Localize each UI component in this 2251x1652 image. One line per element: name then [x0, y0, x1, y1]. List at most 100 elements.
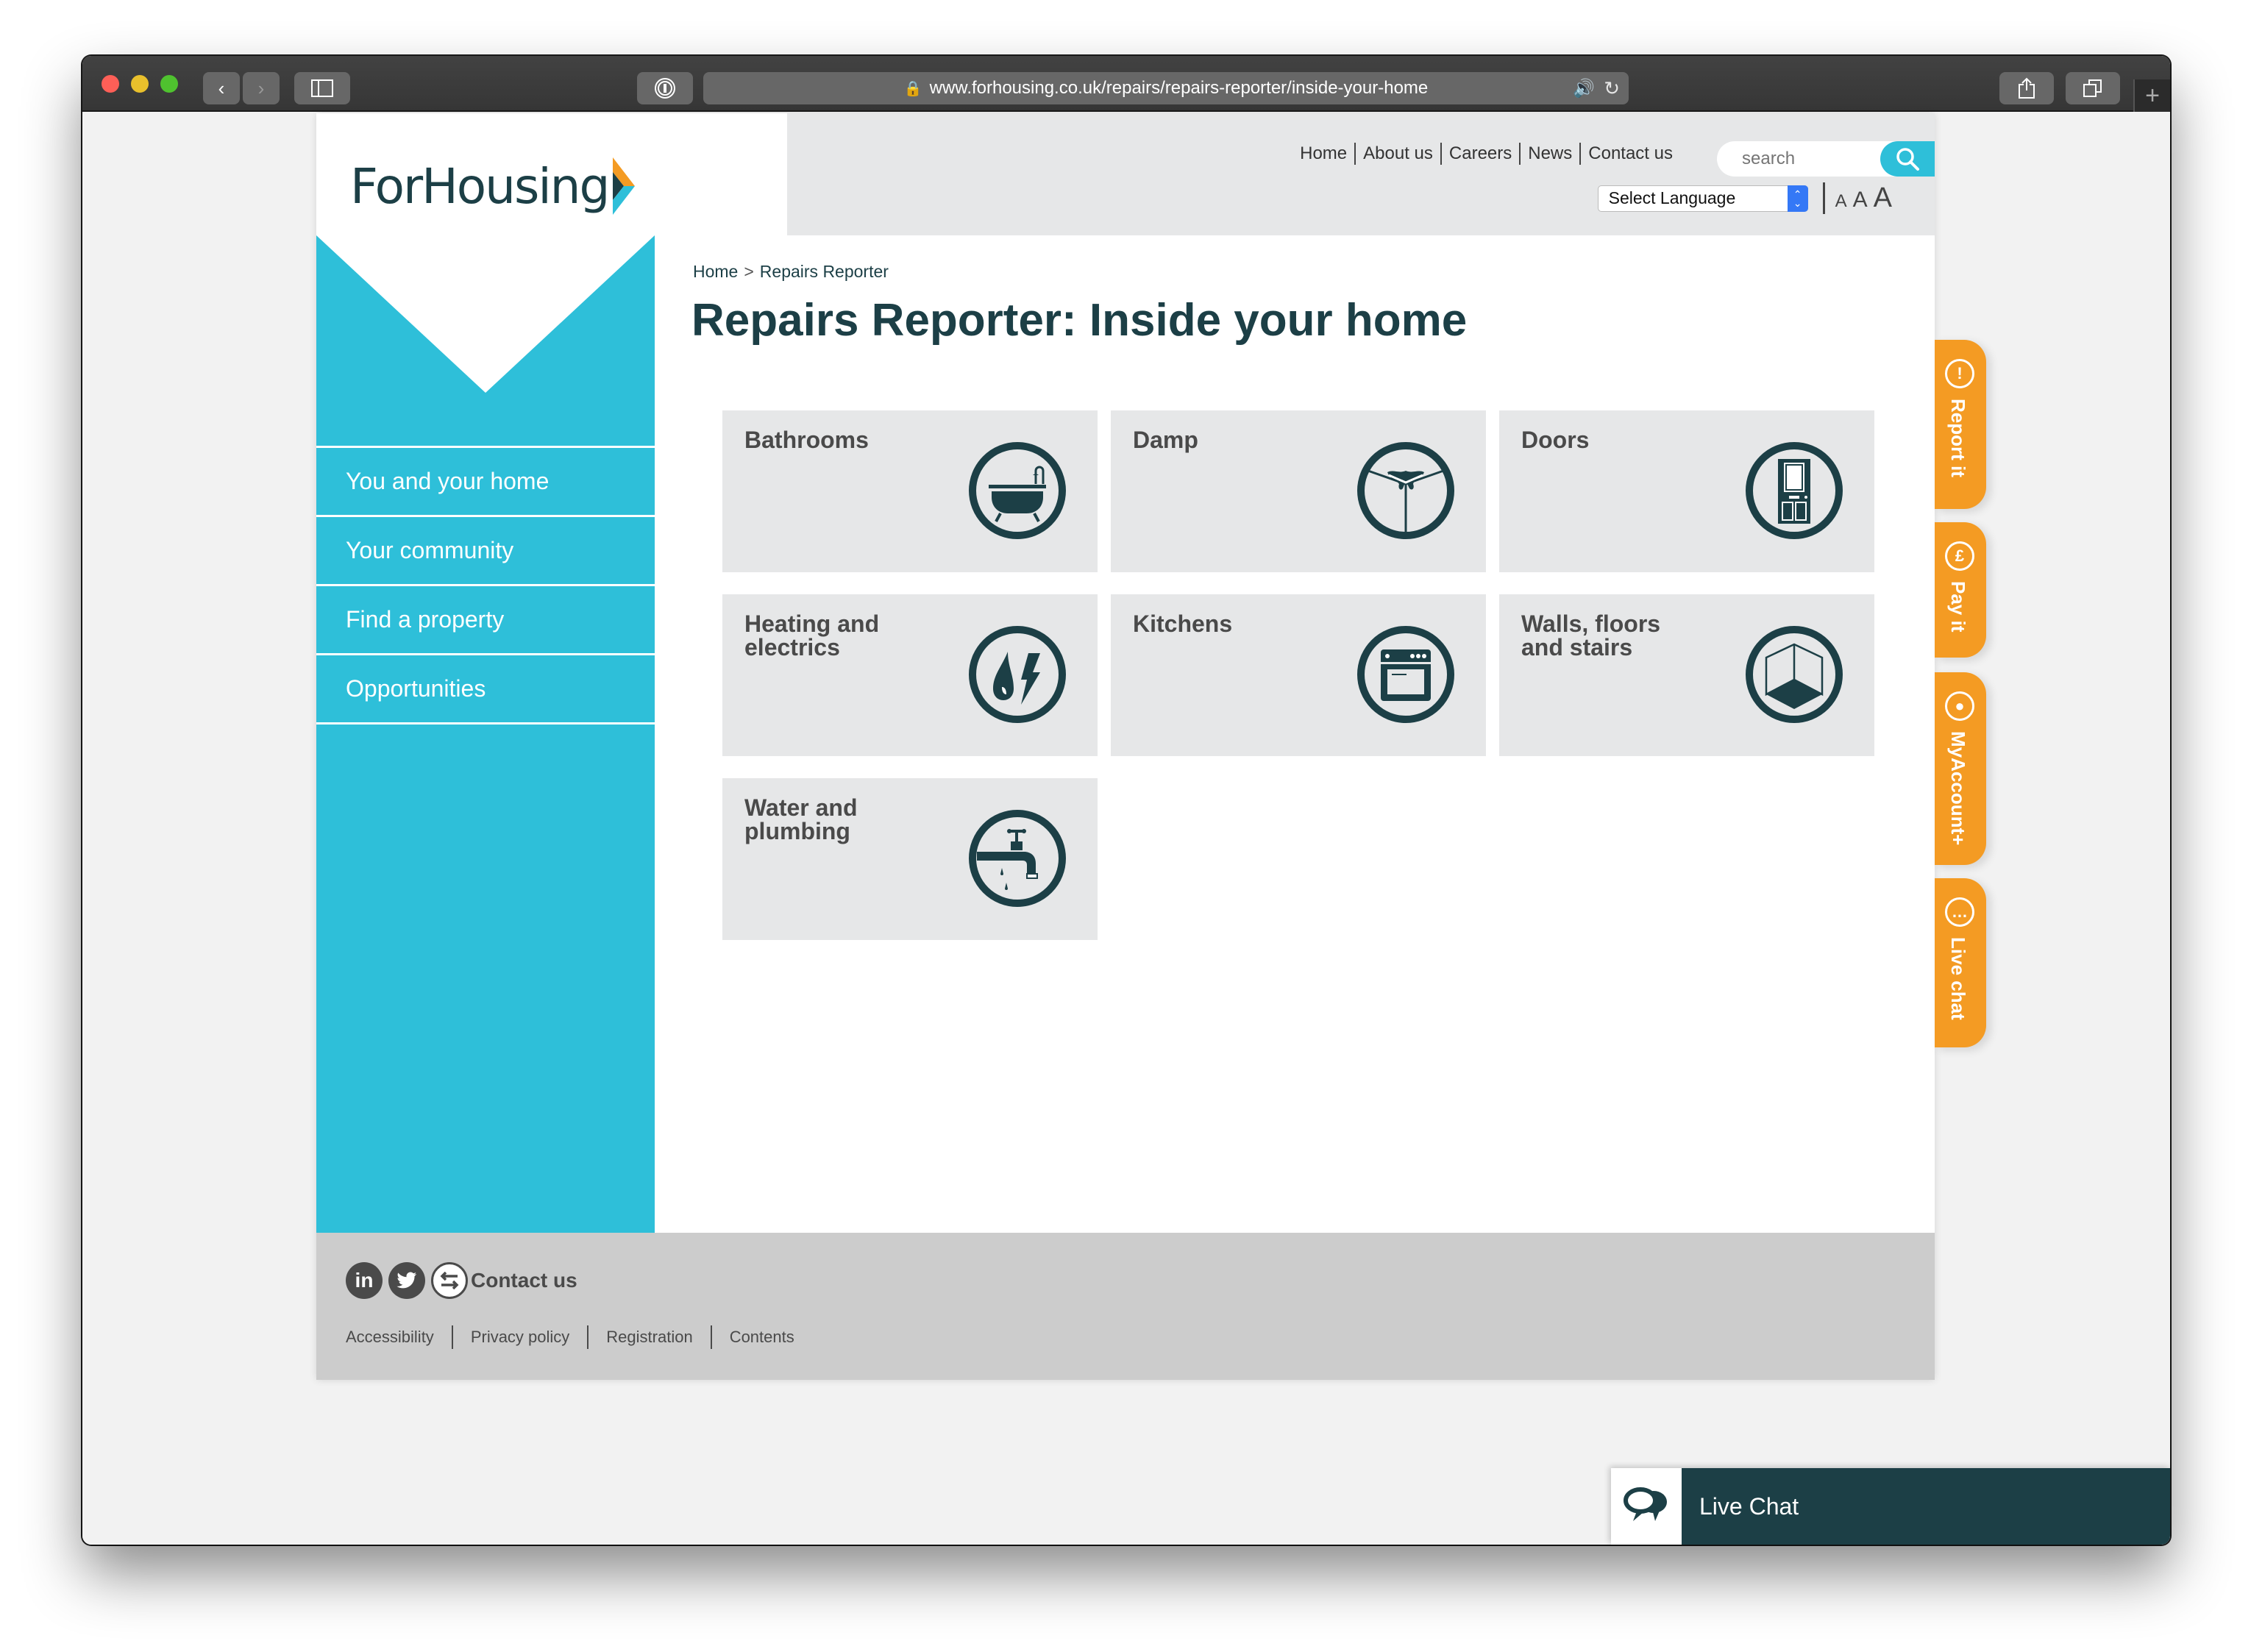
contact-icon[interactable]	[431, 1262, 468, 1299]
oven-icon	[1357, 626, 1454, 723]
tile-doors[interactable]: Doors	[1499, 410, 1874, 572]
header-diagonal	[655, 113, 787, 235]
speech-bubbles-icon	[1624, 1487, 1667, 1521]
share-button[interactable]	[1999, 72, 2054, 104]
damp-icon	[1357, 442, 1454, 539]
linkedin-icon[interactable]: in	[346, 1262, 383, 1299]
top-nav-about[interactable]: About us	[1354, 143, 1440, 165]
page-viewport: ForHousing Home About us Careers News Co…	[82, 113, 2170, 1545]
side-tab-label: Pay it	[1947, 581, 1969, 633]
language-row: Select Language ⌃ ⌄ A A A	[1597, 182, 1898, 214]
sidebar-toggle-button[interactable]	[294, 72, 350, 104]
tile-walls-floors-and-stairs[interactable]: Walls, floors and stairs	[1499, 594, 1874, 756]
logo[interactable]: ForHousing	[350, 157, 636, 215]
footer-links: Accessibility Privacy policy Registratio…	[346, 1325, 812, 1349]
side-tab-myaccount[interactable]: ● MyAccount+	[1935, 672, 1986, 865]
font-size-large[interactable]: A	[1874, 182, 1892, 214]
sidebar-item-label: Your community	[346, 537, 514, 563]
social-links: in Contact us	[346, 1262, 577, 1299]
tile-heating-and-electrics[interactable]: Heating and electrics	[722, 594, 1098, 756]
tabs-overview-button[interactable]	[2066, 72, 2120, 104]
side-tab-label: MyAccount+	[1947, 731, 1969, 846]
web-page: ForHousing Home About us Careers News Co…	[316, 113, 1935, 1380]
cube-icon	[1746, 626, 1843, 723]
sidebar-item-label: You and your home	[346, 468, 550, 494]
flame-bolt-icon	[969, 626, 1066, 723]
sidebar-item-your-community[interactable]: Your community	[316, 517, 655, 586]
top-nav-news[interactable]: News	[1519, 143, 1579, 165]
sidebar-nav: You and your home Your community Find a …	[316, 446, 655, 724]
user-icon: ●	[1945, 691, 1974, 721]
language-select[interactable]: Select Language ⌃ ⌄	[1597, 185, 1808, 212]
repair-category-grid: Bathrooms Damp Doors Heating and electri…	[722, 410, 1874, 940]
footer-link-registration[interactable]: Registration	[587, 1325, 710, 1349]
tap-icon	[969, 810, 1066, 907]
footer-link-contents[interactable]: Contents	[710, 1325, 812, 1349]
forward-icon: ›	[257, 76, 265, 99]
live-chat-label: Live Chat	[1682, 1468, 2170, 1545]
tabs-icon	[2083, 79, 2102, 97]
new-tab-button[interactable]: +	[2133, 79, 2170, 112]
logo-text: ForHousing	[350, 157, 610, 215]
back-button[interactable]: ‹	[203, 72, 240, 104]
bath-icon	[969, 442, 1066, 539]
sidebar-item-label: Opportunities	[346, 675, 486, 702]
browser-toolbar: ‹ › 🔒 www.forhousing.co.uk/repairs/repai…	[82, 56, 2170, 112]
twitter-icon[interactable]	[388, 1262, 425, 1299]
side-tab-live-chat[interactable]: … Live chat	[1935, 878, 1986, 1047]
logo-chevron-icon	[613, 157, 636, 215]
reload-icon[interactable]: ↻	[1604, 77, 1620, 100]
tile-label: Heating and electrics	[744, 610, 880, 661]
zoom-window-button[interactable]	[160, 75, 178, 93]
live-chat-icon-box	[1611, 1468, 1682, 1545]
top-navigation: Home About us Careers News Contact us	[1292, 143, 1680, 165]
tile-label: Damp	[1133, 427, 1198, 453]
footer-link-privacy-policy[interactable]: Privacy policy	[451, 1325, 587, 1349]
sidebar-item-opportunities[interactable]: Opportunities	[316, 655, 655, 724]
side-tab-label: Report it	[1947, 399, 1969, 477]
breadcrumb: Home > Repairs Reporter	[693, 262, 889, 282]
font-size-controls: A A A	[1822, 182, 1898, 214]
top-nav-careers[interactable]: Careers	[1440, 143, 1519, 165]
tile-water-and-plumbing[interactable]: Water and plumbing	[722, 778, 1098, 940]
audio-icon[interactable]: 🔊	[1573, 78, 1595, 99]
select-arrows-icon: ⌃ ⌄	[1787, 185, 1808, 212]
footer-link-accessibility[interactable]: Accessibility	[346, 1325, 452, 1349]
tile-label: Walls, floors and stairs	[1521, 610, 1661, 661]
tile-damp[interactable]: Damp	[1111, 410, 1486, 572]
search-button[interactable]	[1880, 141, 1935, 177]
side-tab-report-it[interactable]: ! Report it	[1935, 340, 1986, 509]
close-window-button[interactable]	[102, 75, 119, 93]
top-nav-contact[interactable]: Contact us	[1579, 143, 1680, 165]
footer-contact-link[interactable]: Contact us	[471, 1269, 577, 1292]
tile-label: Doors	[1521, 427, 1590, 453]
tile-bathrooms[interactable]: Bathrooms	[722, 410, 1098, 572]
lock-icon: 🔒	[903, 80, 922, 97]
top-nav-home[interactable]: Home	[1292, 143, 1354, 165]
browser-window: ‹ › 🔒 www.forhousing.co.uk/repairs/repai…	[82, 56, 2170, 1545]
minimize-window-button[interactable]	[131, 75, 149, 93]
password-manager-button[interactable]	[637, 72, 693, 104]
font-size-medium[interactable]: A	[1853, 188, 1868, 213]
breadcrumb-home[interactable]: Home	[693, 262, 738, 281]
tile-label: Water and plumbing	[744, 794, 858, 844]
tile-label: Kitchens	[1133, 610, 1233, 637]
breadcrumb-repairs-reporter[interactable]: Repairs Reporter	[760, 262, 889, 281]
tile-kitchens[interactable]: Kitchens	[1111, 594, 1486, 756]
sidebar-item-find-a-property[interactable]: Find a property	[316, 586, 655, 655]
forward-button[interactable]: ›	[243, 72, 280, 104]
new-tab-icon: +	[2145, 81, 2160, 110]
address-bar[interactable]: 🔒 www.forhousing.co.uk/repairs/repairs-r…	[703, 72, 1629, 104]
live-chat-widget[interactable]: Live Chat	[1611, 1468, 2170, 1545]
font-size-small[interactable]: A	[1835, 191, 1847, 212]
footer: in Contact us Accessibility Privacy poli…	[316, 1233, 1935, 1380]
sidebar: You and your home Your community Find a …	[316, 235, 655, 1233]
search-icon	[1896, 148, 1919, 171]
search-input[interactable]	[1717, 141, 1908, 177]
sidebar-item-label: Find a property	[346, 606, 505, 633]
side-tab-pay-it[interactable]: £ Pay it	[1935, 522, 1986, 658]
chat-bubble-icon: …	[1945, 897, 1974, 927]
sidebar-item-you-and-your-home[interactable]: You and your home	[316, 448, 655, 517]
door-icon	[1746, 442, 1843, 539]
pound-icon: £	[1945, 541, 1974, 571]
